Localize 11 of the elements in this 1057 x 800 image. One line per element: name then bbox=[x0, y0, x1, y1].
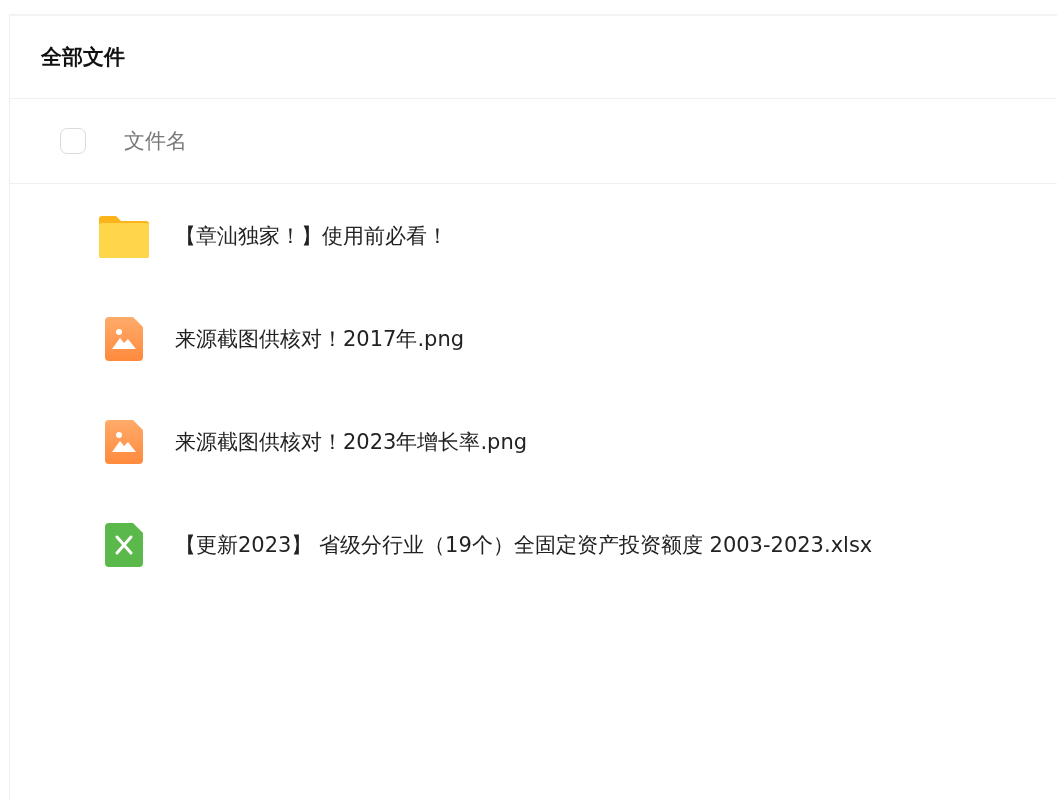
file-name[interactable]: 【更新2023】 省级分行业（19个）全固定资产投资额度 2003-2023.xlsx bbox=[175, 530, 873, 559]
column-header: 文件名 bbox=[124, 128, 187, 155]
file-name[interactable]: 来源截图供核对！2017年.png bbox=[175, 324, 465, 353]
file-name[interactable]: 来源截图供核对！2023年增长率.png bbox=[175, 427, 528, 456]
select-all-checkbox[interactable] bbox=[60, 128, 86, 154]
file-name[interactable]: 【章汕独家！】使用前必看！ bbox=[175, 221, 448, 250]
page-title: 全部文件 bbox=[41, 44, 125, 71]
image-file-icon bbox=[105, 419, 143, 464]
spreadsheet-file-icon bbox=[105, 522, 143, 567]
image-file-icon bbox=[105, 316, 143, 361]
folder-icon bbox=[99, 213, 149, 258]
